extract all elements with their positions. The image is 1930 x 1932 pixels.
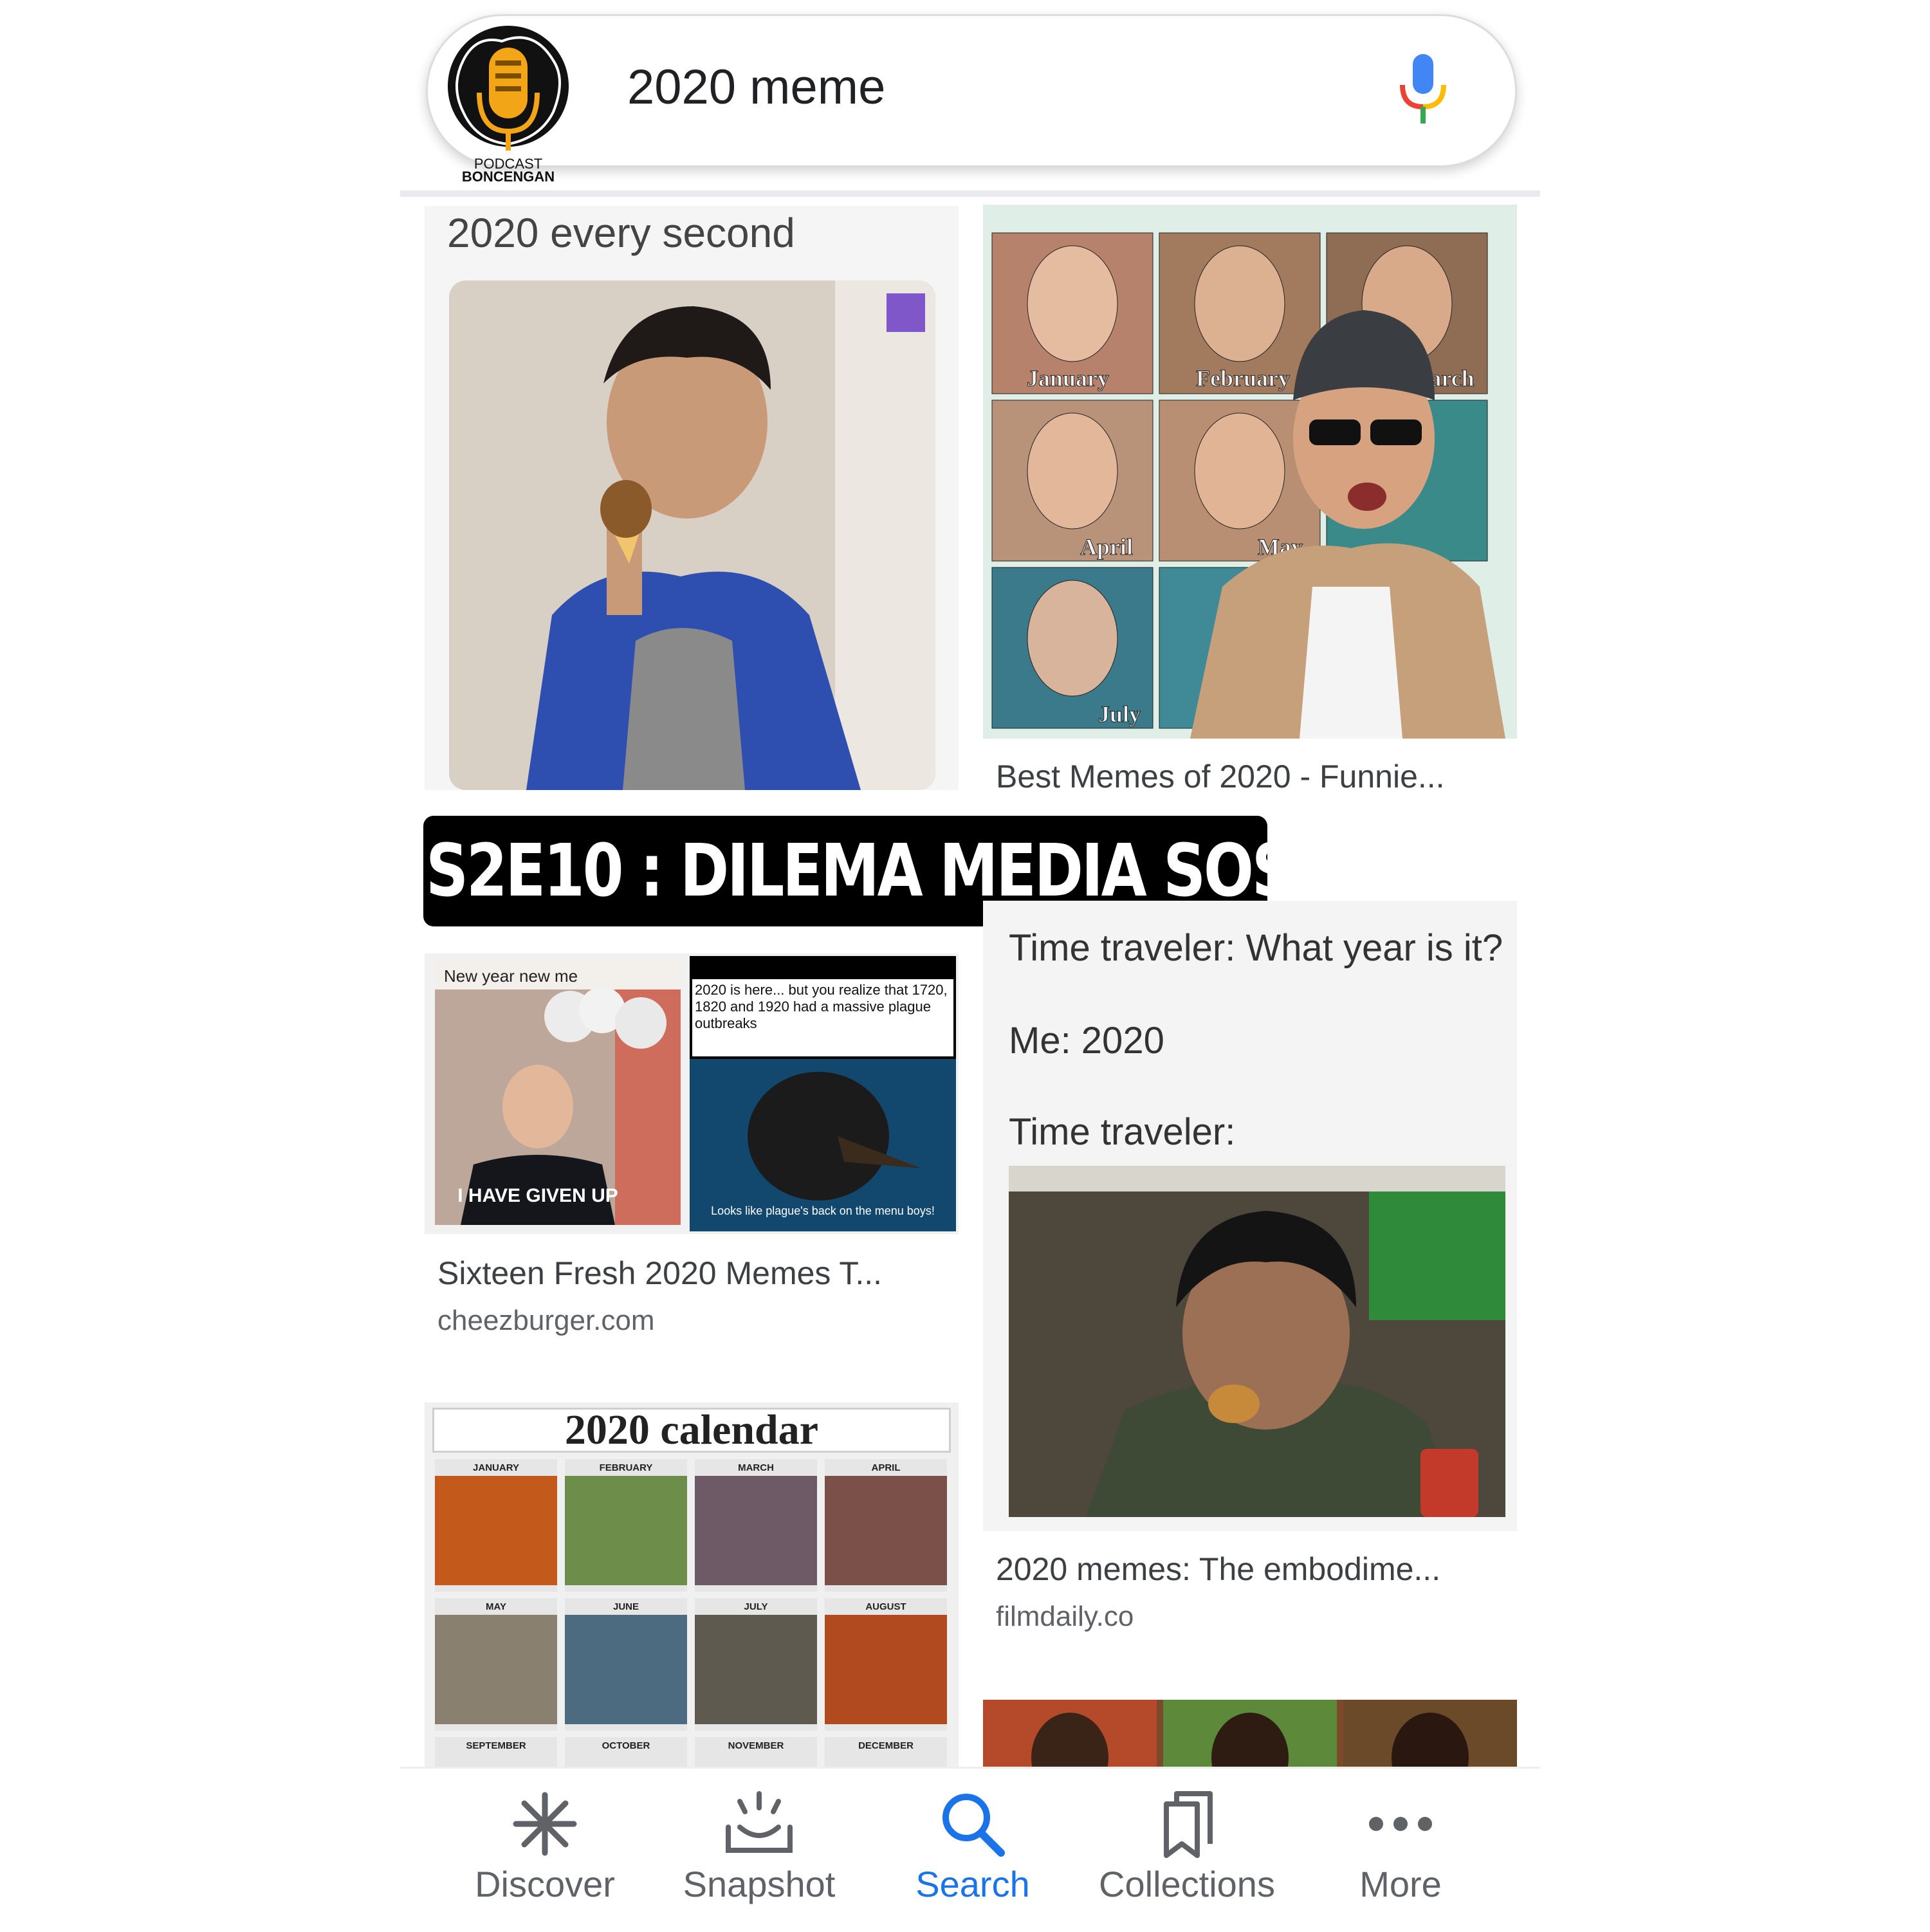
meme-new-year-new-me[interactable]: New year new me I HAVE GIVEN UP [435, 959, 681, 1225]
calendar-month-label: JANUARY [473, 1462, 519, 1473]
nav-label: Search [915, 1864, 1030, 1904]
meme-text-line: Me: 2020 [1009, 1020, 1164, 1062]
calendar-month-label: DECEMBER [858, 1740, 914, 1751]
podcast-logo: PODCAST BONCENGAN [444, 22, 573, 185]
meme-photo-man-eating[interactable] [1009, 1166, 1505, 1517]
calendar-month-label: AUGUST [865, 1601, 906, 1612]
snapshot-icon [721, 1789, 798, 1859]
logo-text-line2: BONCENGAN [462, 169, 555, 183]
meme-grid-months[interactable]: January February March April May July [991, 226, 1505, 739]
search-bar[interactable] [426, 14, 1517, 167]
grid-label-july: July [1098, 701, 1141, 727]
result-domain[interactable]: cheezburger.com [437, 1305, 655, 1337]
grid-label-april: April [1080, 534, 1133, 560]
result-caption[interactable]: Sixteen Fresh 2020 Memes T... [437, 1255, 882, 1292]
calendar-month-label: MAY [486, 1601, 506, 1612]
nav-snapshot[interactable]: Snapshot [663, 1789, 856, 1905]
calendar-month-label: SEPTEMBER [466, 1740, 526, 1751]
meme-footer-text: Looks like plague's back on the menu boy… [711, 1204, 935, 1217]
calendar-month-label: JULY [744, 1601, 768, 1612]
nav-label: More [1359, 1864, 1442, 1904]
meme-photo-man-with-ice-cream[interactable] [449, 281, 935, 790]
results-divider [400, 190, 1540, 197]
meme-shirt-text: I HAVE GIVEN UP [457, 1185, 618, 1206]
result-domain[interactable]: filmdaily.co [996, 1601, 1134, 1633]
result-card-partial[interactable] [983, 1700, 1517, 1767]
search-query-text[interactable]: 2020 meme [627, 59, 885, 115]
collections-icon [1148, 1789, 1226, 1859]
search-icon [934, 1789, 1011, 1859]
meme-plague-doctor[interactable]: 2020 is here... but you realize that 172… [690, 956, 956, 1231]
nav-discover[interactable]: Discover [448, 1789, 641, 1905]
meme-text-line: Time traveler: [1009, 1111, 1236, 1153]
nav-label: Snapshot [683, 1864, 836, 1904]
meme-header-text: 2020 is here... but you realize that 172… [695, 982, 948, 1031]
meme-title-text: 2020 every second [447, 210, 795, 256]
more-dots-icon [1362, 1789, 1439, 1859]
calendar-title: 2020 calendar [432, 1408, 951, 1453]
calendar-month-label: APRIL [872, 1462, 901, 1473]
nav-search[interactable]: Search [876, 1789, 1069, 1905]
nav-collections[interactable]: Collections [1090, 1789, 1283, 1905]
meme-text-line: Time traveler: What year is it? [1009, 927, 1503, 969]
microphone-icon[interactable] [1397, 54, 1449, 125]
result-caption[interactable]: Best Memes of 2020 - Funnie... [996, 758, 1445, 795]
meme-header-text: New year new me [444, 966, 578, 986]
asterisk-icon [506, 1789, 584, 1859]
calendar-grid[interactable]: JANUARY FEBRUARY MARCH APRIL MAY JUNE JU… [432, 1459, 953, 1767]
calendar-month-label: MARCH [738, 1462, 774, 1473]
grid-label-february: February [1196, 365, 1290, 391]
result-caption[interactable]: 2020 memes: The embodime... [996, 1550, 1440, 1588]
calendar-month-label: NOVEMBER [728, 1740, 784, 1751]
grid-label-january: January [1027, 365, 1109, 391]
calendar-month-label: OCTOBER [602, 1740, 650, 1751]
nav-label: Collections [1099, 1864, 1275, 1904]
calendar-month-label: JUNE [613, 1601, 639, 1612]
nav-more[interactable]: More [1304, 1789, 1497, 1905]
calendar-month-label: FEBRUARY [600, 1462, 653, 1473]
nav-label: Discover [475, 1864, 615, 1904]
